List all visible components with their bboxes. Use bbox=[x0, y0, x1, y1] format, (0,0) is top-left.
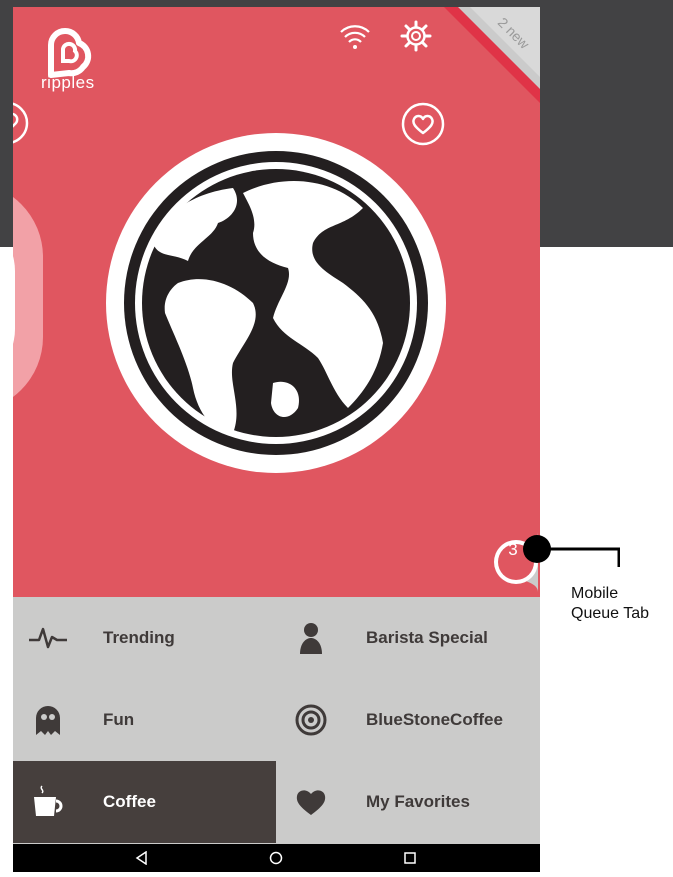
target-icon bbox=[276, 679, 346, 761]
person-icon bbox=[276, 597, 346, 679]
back-icon[interactable] bbox=[135, 851, 149, 865]
gear-icon[interactable] bbox=[399, 19, 433, 53]
hero-area: ripples 2 new 3 bbox=[13, 7, 540, 597]
phone-screen: ripples 2 new 3 Trending Barista Special… bbox=[13, 7, 540, 872]
coffee-cup-icon bbox=[13, 761, 83, 843]
app-name: ripples bbox=[41, 73, 95, 92]
heart-outline-icon[interactable] bbox=[13, 99, 31, 147]
new-items-ribbon[interactable] bbox=[440, 7, 540, 107]
menu-item-trending[interactable]: Trending bbox=[13, 597, 276, 679]
menu-item-barista-special[interactable]: Barista Special bbox=[276, 597, 540, 679]
annotation-dot bbox=[523, 535, 551, 563]
ghost-icon bbox=[13, 679, 83, 761]
globe-icon[interactable] bbox=[93, 133, 459, 473]
menu-item-fun[interactable]: Fun bbox=[13, 679, 276, 761]
menu-item-bluestonecoffee[interactable]: BlueStoneCoffee bbox=[276, 679, 540, 761]
home-icon[interactable] bbox=[269, 851, 283, 865]
heart-icon bbox=[276, 761, 346, 843]
menu-item-coffee[interactable]: Coffee bbox=[13, 761, 276, 843]
system-nav-bar bbox=[13, 844, 540, 872]
recents-icon[interactable] bbox=[403, 851, 417, 865]
wifi-icon[interactable] bbox=[339, 22, 371, 50]
previous-channel-card[interactable] bbox=[13, 182, 43, 412]
channel-menu: Trending Barista Special Fun BlueStoneCo… bbox=[13, 597, 540, 844]
pulse-icon bbox=[13, 597, 83, 679]
menu-item-my-favorites[interactable]: My Favorites bbox=[276, 761, 540, 843]
annotation-label: Mobile Queue Tab bbox=[571, 585, 649, 622]
annotation-pointer bbox=[540, 547, 620, 567]
